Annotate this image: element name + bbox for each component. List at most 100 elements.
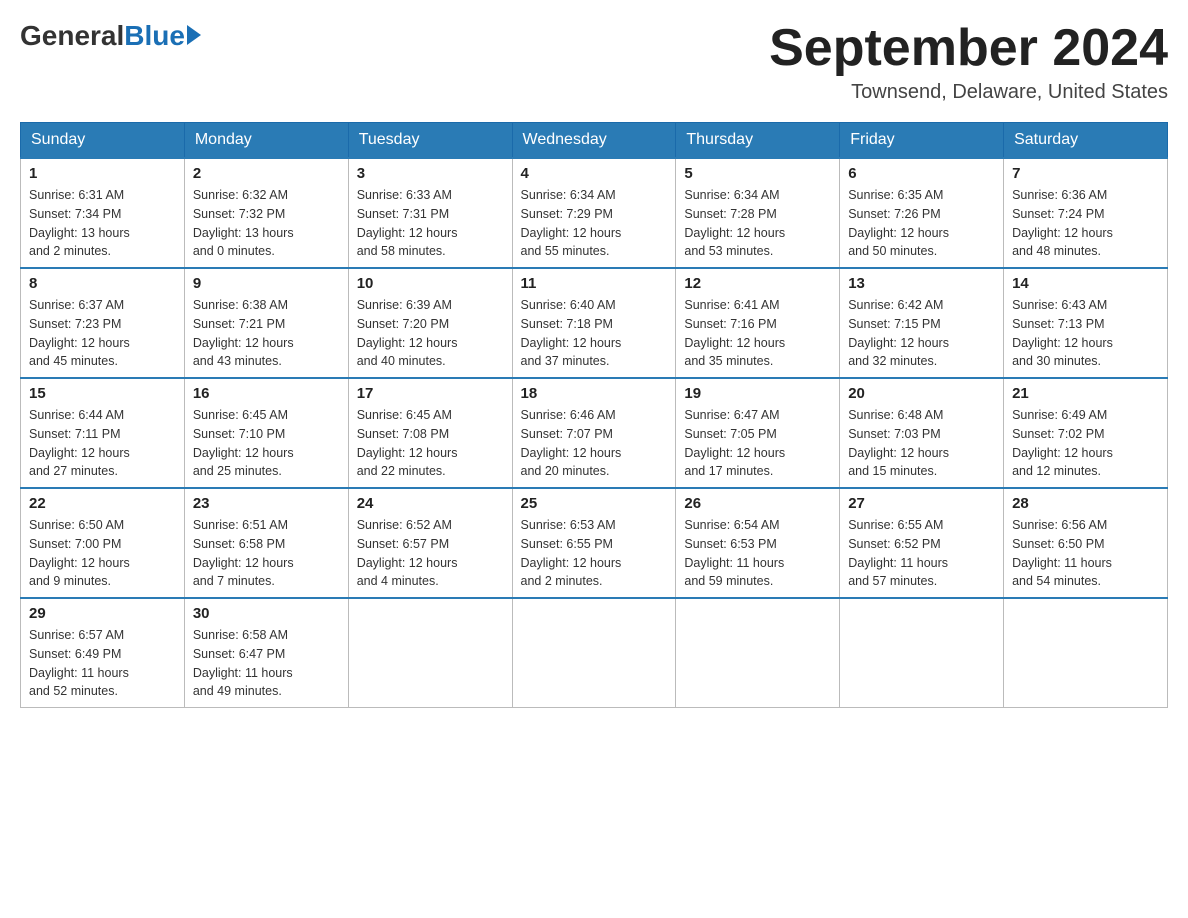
day-number: 19: [684, 385, 831, 402]
day-info: Sunrise: 6:50 AMSunset: 7:00 PMDaylight:…: [29, 516, 176, 591]
day-number: 12: [684, 275, 831, 292]
day-info: Sunrise: 6:57 AMSunset: 6:49 PMDaylight:…: [29, 626, 176, 701]
calendar-header-saturday: Saturday: [1004, 123, 1168, 159]
day-number: 6: [848, 165, 995, 182]
calendar-cell: 19 Sunrise: 6:47 AMSunset: 7:05 PMDaylig…: [676, 378, 840, 488]
day-info: Sunrise: 6:49 AMSunset: 7:02 PMDaylight:…: [1012, 406, 1159, 481]
calendar-cell: 22 Sunrise: 6:50 AMSunset: 7:00 PMDaylig…: [21, 488, 185, 598]
calendar-table: SundayMondayTuesdayWednesdayThursdayFrid…: [20, 122, 1168, 708]
calendar-cell: 14 Sunrise: 6:43 AMSunset: 7:13 PMDaylig…: [1004, 268, 1168, 378]
day-number: 5: [684, 165, 831, 182]
day-number: 26: [684, 495, 831, 512]
day-info: Sunrise: 6:47 AMSunset: 7:05 PMDaylight:…: [684, 406, 831, 481]
day-info: Sunrise: 6:48 AMSunset: 7:03 PMDaylight:…: [848, 406, 995, 481]
logo-blue-text: Blue: [124, 20, 185, 52]
calendar-header-thursday: Thursday: [676, 123, 840, 159]
day-info: Sunrise: 6:52 AMSunset: 6:57 PMDaylight:…: [357, 516, 504, 591]
day-number: 11: [521, 275, 668, 292]
day-info: Sunrise: 6:31 AMSunset: 7:34 PMDaylight:…: [29, 186, 176, 261]
day-number: 29: [29, 605, 176, 622]
day-info: Sunrise: 6:45 AMSunset: 7:10 PMDaylight:…: [193, 406, 340, 481]
calendar-cell: 24 Sunrise: 6:52 AMSunset: 6:57 PMDaylig…: [348, 488, 512, 598]
day-number: 24: [357, 495, 504, 512]
day-info: Sunrise: 6:51 AMSunset: 6:58 PMDaylight:…: [193, 516, 340, 591]
calendar-week-row: 29 Sunrise: 6:57 AMSunset: 6:49 PMDaylig…: [21, 598, 1168, 708]
calendar-cell: 13 Sunrise: 6:42 AMSunset: 7:15 PMDaylig…: [840, 268, 1004, 378]
title-section: September 2024 Townsend, Delaware, Unite…: [769, 20, 1168, 104]
calendar-cell: 7 Sunrise: 6:36 AMSunset: 7:24 PMDayligh…: [1004, 158, 1168, 268]
location-text: Townsend, Delaware, United States: [769, 81, 1168, 104]
day-number: 27: [848, 495, 995, 512]
calendar-header-row: SundayMondayTuesdayWednesdayThursdayFrid…: [21, 123, 1168, 159]
calendar-cell: 28 Sunrise: 6:56 AMSunset: 6:50 PMDaylig…: [1004, 488, 1168, 598]
calendar-cell: 20 Sunrise: 6:48 AMSunset: 7:03 PMDaylig…: [840, 378, 1004, 488]
day-info: Sunrise: 6:34 AMSunset: 7:29 PMDaylight:…: [521, 186, 668, 261]
day-info: Sunrise: 6:55 AMSunset: 6:52 PMDaylight:…: [848, 516, 995, 591]
calendar-week-row: 22 Sunrise: 6:50 AMSunset: 7:00 PMDaylig…: [21, 488, 1168, 598]
day-info: Sunrise: 6:53 AMSunset: 6:55 PMDaylight:…: [521, 516, 668, 591]
day-number: 15: [29, 385, 176, 402]
calendar-cell: 23 Sunrise: 6:51 AMSunset: 6:58 PMDaylig…: [184, 488, 348, 598]
calendar-cell: 25 Sunrise: 6:53 AMSunset: 6:55 PMDaylig…: [512, 488, 676, 598]
calendar-cell: [840, 598, 1004, 708]
day-number: 25: [521, 495, 668, 512]
calendar-cell: 27 Sunrise: 6:55 AMSunset: 6:52 PMDaylig…: [840, 488, 1004, 598]
calendar-cell: 21 Sunrise: 6:49 AMSunset: 7:02 PMDaylig…: [1004, 378, 1168, 488]
day-info: Sunrise: 6:34 AMSunset: 7:28 PMDaylight:…: [684, 186, 831, 261]
day-info: Sunrise: 6:41 AMSunset: 7:16 PMDaylight:…: [684, 296, 831, 371]
calendar-cell: [512, 598, 676, 708]
day-number: 7: [1012, 165, 1159, 182]
day-info: Sunrise: 6:33 AMSunset: 7:31 PMDaylight:…: [357, 186, 504, 261]
calendar-cell: 4 Sunrise: 6:34 AMSunset: 7:29 PMDayligh…: [512, 158, 676, 268]
day-info: Sunrise: 6:45 AMSunset: 7:08 PMDaylight:…: [357, 406, 504, 481]
calendar-cell: 30 Sunrise: 6:58 AMSunset: 6:47 PMDaylig…: [184, 598, 348, 708]
calendar-header-tuesday: Tuesday: [348, 123, 512, 159]
day-info: Sunrise: 6:37 AMSunset: 7:23 PMDaylight:…: [29, 296, 176, 371]
day-info: Sunrise: 6:39 AMSunset: 7:20 PMDaylight:…: [357, 296, 504, 371]
logo-arrow-icon: [187, 25, 201, 45]
calendar-week-row: 1 Sunrise: 6:31 AMSunset: 7:34 PMDayligh…: [21, 158, 1168, 268]
day-info: Sunrise: 6:32 AMSunset: 7:32 PMDaylight:…: [193, 186, 340, 261]
day-number: 10: [357, 275, 504, 292]
calendar-cell: 16 Sunrise: 6:45 AMSunset: 7:10 PMDaylig…: [184, 378, 348, 488]
calendar-header-friday: Friday: [840, 123, 1004, 159]
calendar-cell: 12 Sunrise: 6:41 AMSunset: 7:16 PMDaylig…: [676, 268, 840, 378]
day-number: 8: [29, 275, 176, 292]
calendar-header-monday: Monday: [184, 123, 348, 159]
calendar-header-sunday: Sunday: [21, 123, 185, 159]
calendar-cell: [348, 598, 512, 708]
day-info: Sunrise: 6:58 AMSunset: 6:47 PMDaylight:…: [193, 626, 340, 701]
day-number: 23: [193, 495, 340, 512]
calendar-cell: 10 Sunrise: 6:39 AMSunset: 7:20 PMDaylig…: [348, 268, 512, 378]
calendar-week-row: 15 Sunrise: 6:44 AMSunset: 7:11 PMDaylig…: [21, 378, 1168, 488]
day-number: 3: [357, 165, 504, 182]
day-number: 20: [848, 385, 995, 402]
day-info: Sunrise: 6:40 AMSunset: 7:18 PMDaylight:…: [521, 296, 668, 371]
calendar-cell: 9 Sunrise: 6:38 AMSunset: 7:21 PMDayligh…: [184, 268, 348, 378]
day-number: 22: [29, 495, 176, 512]
day-info: Sunrise: 6:35 AMSunset: 7:26 PMDaylight:…: [848, 186, 995, 261]
day-info: Sunrise: 6:42 AMSunset: 7:15 PMDaylight:…: [848, 296, 995, 371]
day-info: Sunrise: 6:46 AMSunset: 7:07 PMDaylight:…: [521, 406, 668, 481]
day-info: Sunrise: 6:54 AMSunset: 6:53 PMDaylight:…: [684, 516, 831, 591]
calendar-cell: [1004, 598, 1168, 708]
calendar-cell: 1 Sunrise: 6:31 AMSunset: 7:34 PMDayligh…: [21, 158, 185, 268]
calendar-cell: 8 Sunrise: 6:37 AMSunset: 7:23 PMDayligh…: [21, 268, 185, 378]
calendar-cell: 17 Sunrise: 6:45 AMSunset: 7:08 PMDaylig…: [348, 378, 512, 488]
calendar-cell: 11 Sunrise: 6:40 AMSunset: 7:18 PMDaylig…: [512, 268, 676, 378]
day-number: 1: [29, 165, 176, 182]
day-info: Sunrise: 6:36 AMSunset: 7:24 PMDaylight:…: [1012, 186, 1159, 261]
day-info: Sunrise: 6:38 AMSunset: 7:21 PMDaylight:…: [193, 296, 340, 371]
day-number: 9: [193, 275, 340, 292]
calendar-cell: 3 Sunrise: 6:33 AMSunset: 7:31 PMDayligh…: [348, 158, 512, 268]
calendar-cell: 2 Sunrise: 6:32 AMSunset: 7:32 PMDayligh…: [184, 158, 348, 268]
day-number: 16: [193, 385, 340, 402]
calendar-cell: 26 Sunrise: 6:54 AMSunset: 6:53 PMDaylig…: [676, 488, 840, 598]
calendar-cell: 5 Sunrise: 6:34 AMSunset: 7:28 PMDayligh…: [676, 158, 840, 268]
day-number: 21: [1012, 385, 1159, 402]
calendar-week-row: 8 Sunrise: 6:37 AMSunset: 7:23 PMDayligh…: [21, 268, 1168, 378]
day-number: 17: [357, 385, 504, 402]
logo-general-text: General: [20, 20, 124, 52]
calendar-cell: 15 Sunrise: 6:44 AMSunset: 7:11 PMDaylig…: [21, 378, 185, 488]
day-number: 18: [521, 385, 668, 402]
